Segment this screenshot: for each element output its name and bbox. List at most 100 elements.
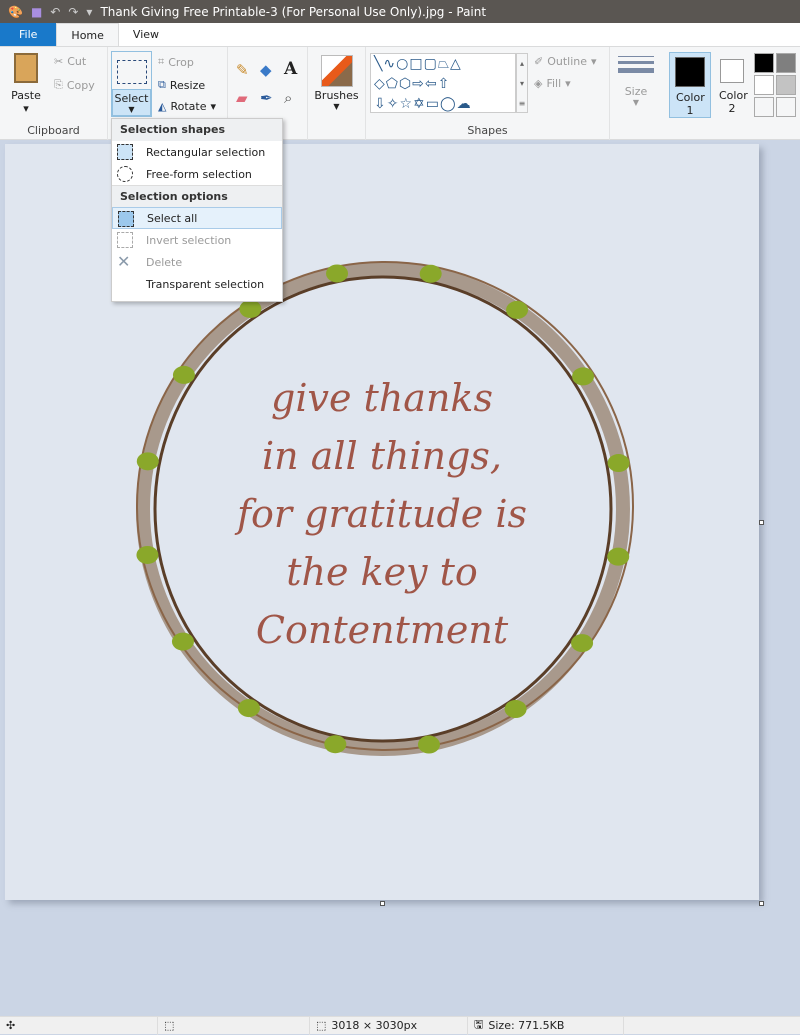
resize-icon: ⧉ [158, 78, 166, 91]
color2-label: Color 2 [719, 89, 748, 115]
menu-item-rectangular-selection[interactable]: Rectangular selection [112, 141, 282, 163]
acorn [504, 700, 527, 719]
quote-line: for gratitude is [236, 492, 528, 536]
menu-item-label: Free-form selection [146, 167, 252, 181]
shapes-label: Shapes [467, 124, 508, 137]
fill-bucket-icon[interactable]: ◆ [260, 61, 272, 79]
disk-icon: 🖫 [474, 1018, 484, 1031]
text-icon[interactable]: A [284, 59, 297, 79]
resize-handle-corner[interactable] [759, 901, 764, 906]
resize-handle-bottom[interactable] [380, 901, 385, 906]
menu-heading-selection-options: Selection options [112, 185, 282, 207]
dimensions-text: 3018 × 3030px [331, 1019, 418, 1032]
palette-gray[interactable] [776, 53, 796, 73]
copy-button[interactable]: ⎘ Copy [54, 78, 95, 92]
palette-empty[interactable] [776, 97, 796, 117]
brushes-button[interactable]: Brushes ▼ [308, 47, 366, 140]
paste-label: Paste [11, 89, 41, 102]
resize-button[interactable]: ⧉ Resize [158, 78, 205, 92]
color1-swatch [675, 57, 705, 87]
rotate-button[interactable]: ◭ Rotate ▾ [158, 100, 216, 113]
selection-size-icon: ⬚ [164, 1019, 175, 1032]
acorn [419, 264, 442, 283]
palette-white[interactable] [754, 75, 774, 95]
shapes-scroll[interactable]: ▴ ▾ ≡ [516, 53, 528, 113]
color2-swatch [720, 59, 744, 83]
size-button[interactable]: Size ▼ [614, 53, 658, 107]
pencil-icon[interactable]: ✎ [236, 61, 249, 79]
paste-button[interactable]: Paste ▾ [6, 53, 46, 115]
menu-item-freeform-selection[interactable]: Free-form selection [112, 163, 282, 185]
undo-icon[interactable]: ↶ [50, 5, 60, 19]
copy-icon: ⎘ [54, 78, 63, 91]
save-icon[interactable]: ■ [31, 5, 42, 19]
selection-size: ⬚ [158, 1016, 310, 1035]
palette-light-gray[interactable] [776, 75, 796, 95]
menu-item-label: Rectangular selection [146, 145, 266, 159]
color1-label: Color 1 [676, 91, 705, 117]
menu-heading-selection-shapes: Selection shapes [112, 119, 282, 141]
fill-button[interactable]: ◈ Fill ▾ [534, 77, 571, 90]
menu-item-label: Select all [147, 211, 198, 225]
resize-handle-right[interactable] [759, 520, 764, 525]
delete-x-icon: ✕ [117, 252, 131, 271]
move-cursor-icon: ✣ [6, 1019, 16, 1032]
fill-icon: ◈ [534, 77, 543, 90]
tab-file[interactable]: File [0, 23, 57, 46]
color-picker-icon[interactable]: ✒ [260, 89, 273, 107]
cursor-position: ✣ [0, 1016, 158, 1035]
menu-item-label: Transparent selection [146, 277, 265, 291]
menu-item-invert-selection[interactable]: Invert selection [112, 229, 282, 251]
outline-icon: ✐ [534, 55, 544, 68]
menu-item-label: Invert selection [146, 233, 232, 247]
rotate-icon: ◭ [158, 100, 167, 113]
fill-label: Fill [546, 77, 562, 90]
clipboard-group: Paste ▾ ✂ Cut ⎘ Copy Clipboard [0, 47, 108, 140]
palette-empty[interactable] [754, 97, 774, 117]
copy-label: Copy [66, 78, 95, 92]
quote-line: give thanks [271, 376, 493, 420]
file-size-text: Size: 771.5KB [488, 1019, 565, 1032]
menu-item-label: Delete [146, 255, 183, 269]
clipboard-label: Clipboard [27, 124, 80, 137]
select-button[interactable]: Select ▼ [111, 51, 152, 117]
select-label: Select [114, 92, 149, 105]
acorn [506, 300, 529, 319]
brushes-label: Brushes [314, 89, 359, 102]
image-dimensions-icon: ⬚ [316, 1019, 327, 1032]
color1-button[interactable]: Color 1 [669, 52, 711, 118]
outline-button[interactable]: ✐ Outline ▾ [534, 55, 597, 68]
redo-icon[interactable]: ↷ [68, 5, 78, 19]
clipboard-icon [14, 53, 38, 83]
menu-item-select-all[interactable]: Select all [112, 207, 282, 229]
shapes-group: ╲∿○□▢⏢△ ◇⬠⬡⇨⇦⇧ ⇩✧☆✡▭◯☁ ▴ ▾ ≡ ✐ Outline ▾ ◈ Fill… [366, 47, 610, 140]
tab-view[interactable]: View [119, 23, 173, 46]
acorn [239, 299, 262, 318]
magnifier-icon[interactable]: ⌕ [284, 89, 292, 107]
invert-selection-icon [117, 232, 133, 248]
paint-app-icon: 🎨 [8, 4, 23, 19]
menu-item-delete[interactable]: ✕ Delete [112, 251, 282, 273]
quote-line: Contentment [255, 608, 509, 652]
menu-item-transparent-selection[interactable]: Transparent selection [112, 273, 282, 295]
crop-label: Crop [168, 55, 194, 69]
cut-label: Cut [67, 55, 87, 68]
shapes-gallery[interactable]: ╲∿○□▢⏢△ ◇⬠⬡⇨⇦⇧ ⇩✧☆✡▭◯☁ [370, 53, 516, 113]
customize-quick-access-icon[interactable]: ▾ [86, 5, 92, 19]
palette-black[interactable] [754, 53, 774, 73]
outline-label: Outline [547, 55, 588, 68]
select-all-icon [118, 211, 134, 227]
acorn [237, 699, 260, 718]
quote-line: in all things, [261, 434, 503, 478]
tab-home[interactable]: Home [56, 23, 119, 46]
crop-icon: ⌗ [158, 55, 165, 68]
resize-label: Resize [169, 78, 206, 92]
rectangle-selection-icon [117, 144, 133, 160]
eraser-icon[interactable]: ▰ [236, 89, 248, 107]
acorn [324, 735, 347, 754]
title-bar: 🎨 ■ ↶ ↷ ▾ Thank Giving Free Printable-3 … [0, 0, 800, 23]
cut-button[interactable]: ✂ Cut [54, 55, 86, 68]
color2-button[interactable]: Color 2 [713, 52, 751, 115]
crop-button[interactable]: ⌗ Crop [158, 55, 194, 69]
image-dimensions: ⬚ 3018 × 3030px [310, 1016, 468, 1035]
